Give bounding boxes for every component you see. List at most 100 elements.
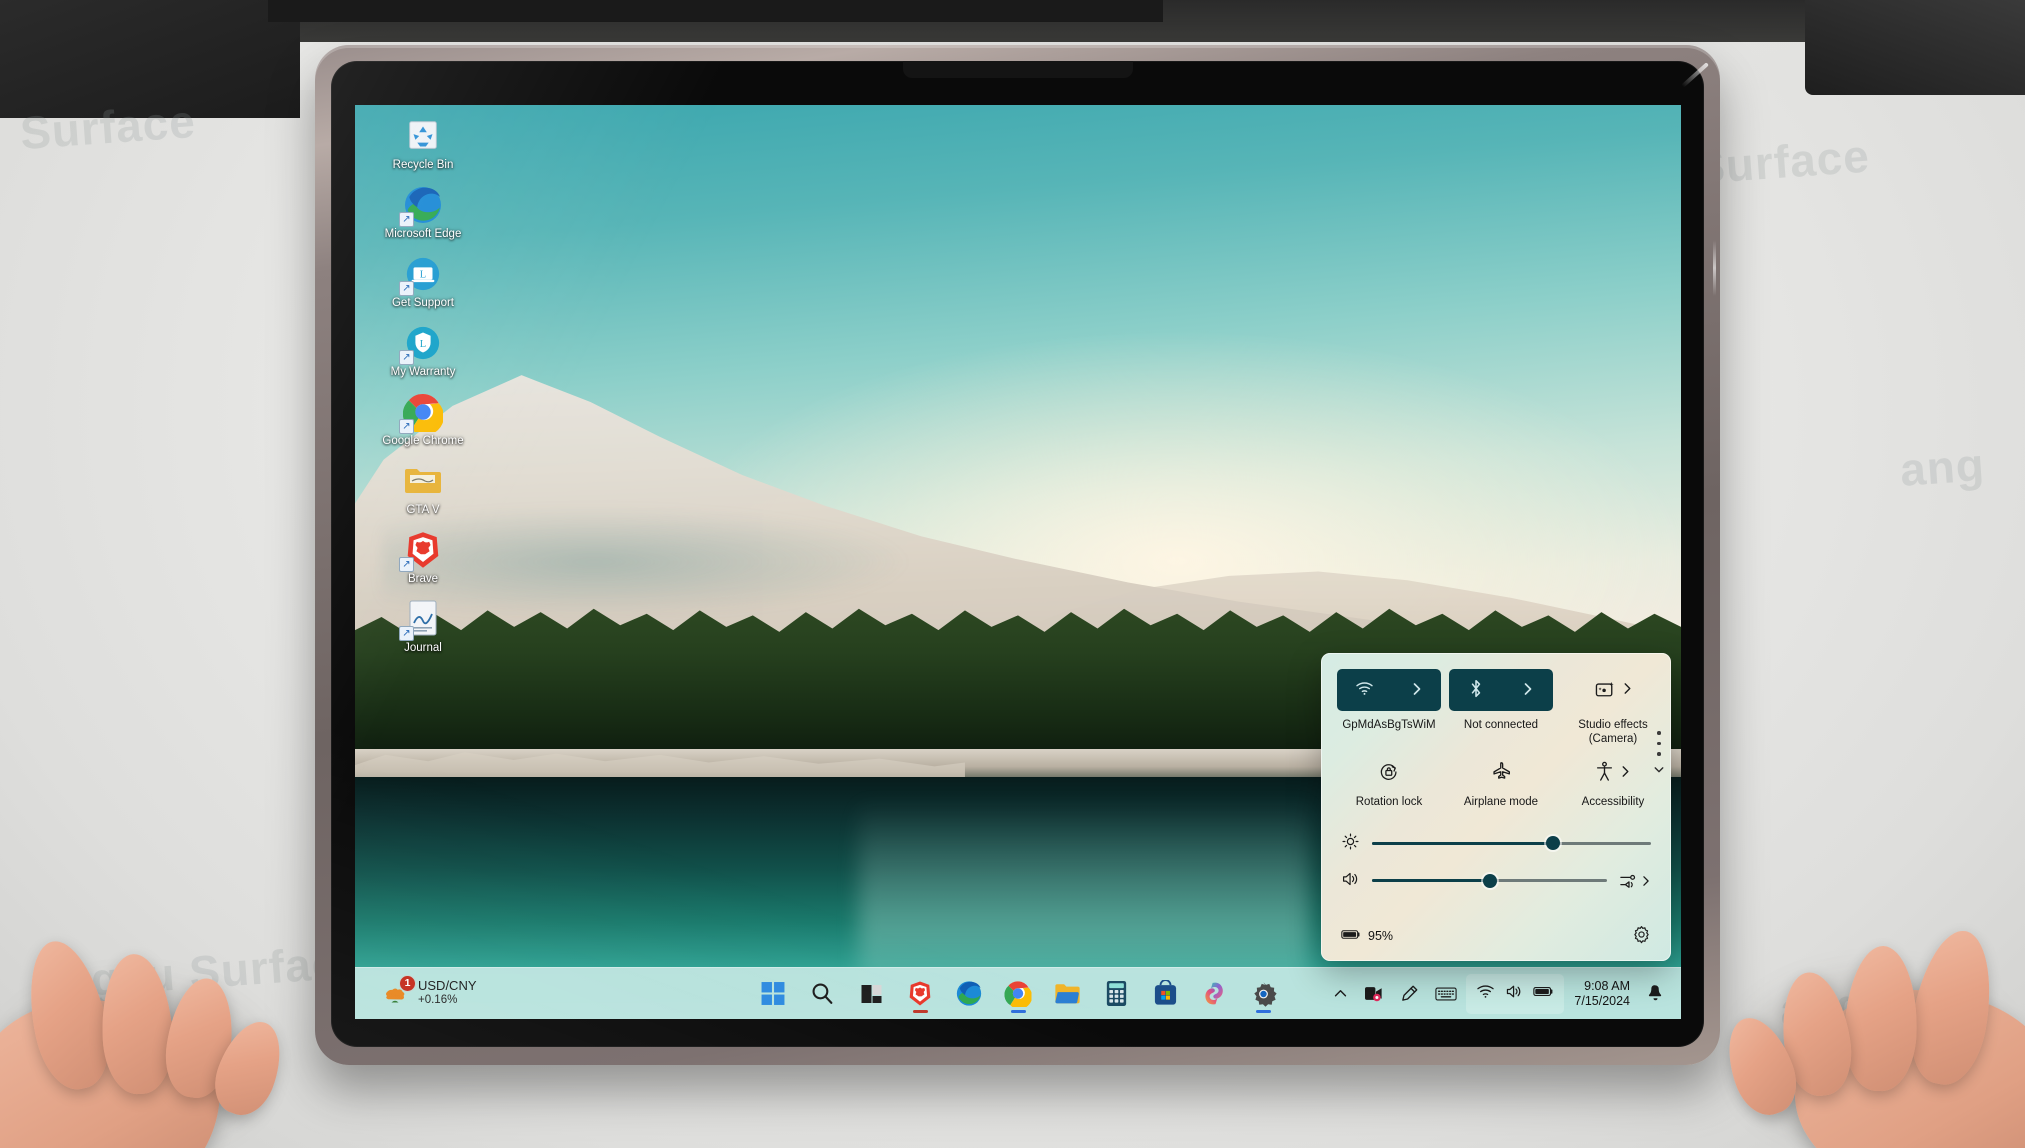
chevron-right-icon[interactable] xyxy=(1620,765,1631,781)
desktop-icon-brave[interactable]: ↗ Brave xyxy=(373,529,473,586)
taskbar-app-strip xyxy=(749,972,1288,1016)
taskbar-brave-button[interactable] xyxy=(896,972,945,1016)
airplane-icon xyxy=(1491,761,1512,785)
taskbar-file-explorer-button[interactable] xyxy=(1043,972,1092,1016)
quick-setting-bluetooth[interactable]: Not connected xyxy=(1449,669,1553,746)
desktop-icon-google-chrome[interactable]: ↗ Google Chrome xyxy=(373,391,473,448)
taskbar-calculator-button[interactable] xyxy=(1092,972,1141,1016)
bluetooth-icon xyxy=(1469,679,1483,701)
taskbar-copilot-button[interactable] xyxy=(1190,972,1239,1016)
shortcut-arrow-icon: ↗ xyxy=(399,626,414,641)
taskbar-edge-button[interactable] xyxy=(945,972,994,1016)
tray-status-group[interactable] xyxy=(1466,973,1565,1014)
desktop-icon-label: Journal xyxy=(404,642,442,654)
speaker-icon xyxy=(1341,870,1360,891)
volume-icon xyxy=(1505,983,1523,1005)
chevron-down-icon[interactable] xyxy=(1654,763,1664,777)
notification-bell-icon[interactable] xyxy=(1640,974,1671,1014)
chevron-right-icon[interactable] xyxy=(1522,682,1534,699)
studio-effects-icon xyxy=(1594,680,1616,701)
page-dot[interactable] xyxy=(1657,731,1661,735)
taskbar-start-button[interactable] xyxy=(749,972,798,1016)
google-chrome-icon: ↗ xyxy=(399,391,444,434)
wifi-tile[interactable] xyxy=(1337,669,1441,711)
chevron-right-icon[interactable] xyxy=(1622,682,1633,698)
get-support-icon: L ↗ xyxy=(399,253,444,296)
taskbar-widget-usd-cny[interactable]: 1 USD/CNY +0.16% xyxy=(373,974,485,1013)
battery-status[interactable]: 95% xyxy=(1341,928,1393,944)
desktop-icon-label: Microsoft Edge xyxy=(384,228,462,240)
studio-effects-tile[interactable] xyxy=(1561,669,1665,711)
accessibility-tile[interactable] xyxy=(1561,758,1665,788)
desktop-icon-gta-v[interactable]: GTA V xyxy=(373,460,473,517)
rotation-lock-tile[interactable] xyxy=(1337,758,1441,788)
brightness-slider-row[interactable] xyxy=(1337,832,1655,854)
quick-settings-page-indicator[interactable] xyxy=(1654,731,1664,777)
desktop-icon-label: GTA V xyxy=(406,504,440,516)
taskbar-task-view-button[interactable] xyxy=(847,972,896,1016)
pen-menu-icon[interactable] xyxy=(1393,974,1426,1014)
widget-change: +0.16% xyxy=(418,994,458,1007)
tray-overflow-button[interactable] xyxy=(1327,974,1354,1014)
audio-output-icon[interactable] xyxy=(1619,872,1651,890)
svg-text:L: L xyxy=(420,269,426,280)
desktop-icon-microsoft-edge[interactable]: ↗ Microsoft Edge xyxy=(373,184,473,241)
brightness-slider-track[interactable] xyxy=(1372,836,1651,850)
airplane-mode-tile[interactable] xyxy=(1449,758,1553,788)
wifi-tile-label: GpMdAsBgTsWiM xyxy=(1342,719,1436,731)
camera-notch xyxy=(902,61,1133,78)
desktop-icon-my-warranty[interactable]: L ↗ My Warranty xyxy=(373,322,473,379)
taskbar-chrome-button[interactable] xyxy=(994,972,1043,1016)
quick-setting-airplane-mode[interactable]: Airplane mode xyxy=(1449,758,1553,810)
volume-slider-row[interactable] xyxy=(1337,870,1655,891)
studio-effects-tile-label: Studio effects (Camera) xyxy=(1578,719,1648,745)
volume-slider-track[interactable] xyxy=(1372,873,1607,888)
quick-setting-wifi[interactable]: GpMdAsBgTsWiM xyxy=(1337,669,1441,746)
taskbar-search-button[interactable] xyxy=(798,972,847,1016)
rotation-lock-label: Rotation lock xyxy=(1355,796,1423,808)
page-dot[interactable] xyxy=(1657,752,1661,756)
bluetooth-tile[interactable] xyxy=(1449,669,1553,711)
desktop-icon-journal[interactable]: ↗ Journal xyxy=(373,598,473,655)
widget-notification-badge: 1 xyxy=(399,974,416,992)
desktop-icon-recycle-bin[interactable]: Recycle Bin xyxy=(373,115,473,172)
page-dot[interactable] xyxy=(1657,741,1661,745)
rotation-lock-icon xyxy=(1379,762,1399,785)
battery-icon xyxy=(1533,985,1554,1003)
quick-settings-tile-row-2: Rotation lock Airplane mode Accessibilit… xyxy=(1337,758,1655,810)
desk-object-center xyxy=(268,0,1163,22)
airplane-mode-label: Airplane mode xyxy=(1463,796,1539,808)
quick-setting-rotation-lock[interactable]: Rotation lock xyxy=(1337,758,1441,810)
accessibility-icon xyxy=(1595,761,1614,785)
meet-now-icon[interactable] xyxy=(1356,974,1391,1014)
brightness-slider-thumb[interactable] xyxy=(1546,836,1561,850)
volume-slider-thumb[interactable] xyxy=(1482,873,1497,888)
shortcut-arrow-icon: ↗ xyxy=(399,350,414,365)
taskbar-settings-button[interactable] xyxy=(1239,972,1288,1016)
gear-icon[interactable] xyxy=(1632,925,1651,947)
taskbar-clock[interactable]: 9:08 AM 7/15/2024 xyxy=(1566,979,1638,1009)
chevron-right-icon[interactable] xyxy=(1411,682,1423,699)
my-warranty-icon: L ↗ xyxy=(399,322,444,365)
clock-date: 7/15/2024 xyxy=(1574,993,1630,1008)
weather-sun-icon: 1 xyxy=(381,974,416,1009)
recycle-bin-icon xyxy=(402,115,444,157)
quick-setting-studio-effects[interactable]: Studio effects (Camera) xyxy=(1561,669,1665,746)
svg-text:L: L xyxy=(420,339,426,350)
quick-settings-panel: GpMdAsBgTsWiM Not connected Studio effec… xyxy=(1321,653,1671,961)
tablet-device: Recycle Bin ↗ Microsoft Edge L ↗ Get Support L… xyxy=(315,45,1720,1065)
taskbar-microsoft-store-button[interactable] xyxy=(1141,972,1190,1016)
wifi-icon xyxy=(1355,681,1374,699)
desktop-icon-get-support[interactable]: L ↗ Get Support xyxy=(373,253,473,310)
brightness-icon xyxy=(1341,832,1360,854)
desk-object-right xyxy=(1805,0,2025,95)
volume-slider-fill xyxy=(1372,879,1490,882)
quick-setting-accessibility[interactable]: Accessibility xyxy=(1561,758,1665,810)
touch-keyboard-icon[interactable] xyxy=(1428,974,1464,1014)
bezel-side-highlight xyxy=(1713,240,1716,296)
wifi-icon xyxy=(1476,984,1495,1004)
gta-v-icon xyxy=(402,460,444,502)
widget-title: USD/CNY xyxy=(418,978,477,994)
photo-scene: Surfaceangvu Surfaceangvu Surfaceangvu S… xyxy=(0,0,2025,1148)
quick-settings-tile-row-1: GpMdAsBgTsWiM Not connected Studio effec… xyxy=(1337,669,1655,746)
